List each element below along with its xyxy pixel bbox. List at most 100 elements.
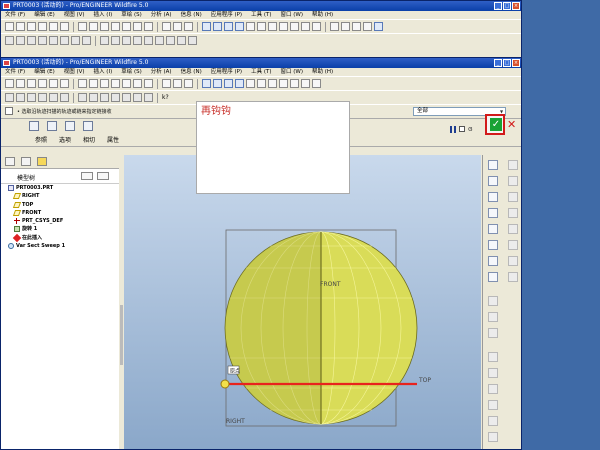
tree-columns-icon[interactable] — [97, 172, 109, 180]
tree-item-csys[interactable]: PRT_CSYS_DEF — [6, 217, 119, 225]
revolve-icon[interactable] — [508, 192, 518, 202]
datum-curve-icon[interactable] — [488, 208, 498, 218]
shading-icon[interactable] — [330, 22, 339, 31]
offset-icon[interactable] — [488, 416, 498, 426]
trim-icon[interactable] — [488, 400, 498, 410]
datum-axis-tool-icon[interactable] — [16, 36, 25, 45]
hole-icon[interactable] — [508, 240, 518, 250]
menu-window[interactable]: 窗口 (W) — [280, 11, 302, 19]
datum-plane-tool-icon[interactable] — [5, 93, 14, 102]
print-icon[interactable] — [38, 79, 47, 88]
select-icon[interactable] — [173, 22, 182, 31]
tree-item-part[interactable]: PRT0003.PRT — [6, 184, 119, 192]
merge-icon[interactable] — [144, 93, 153, 102]
analysis-tool-icon[interactable] — [60, 36, 69, 45]
redo2-icon[interactable] — [111, 36, 120, 45]
tree-item-right[interactable]: RIGHT — [6, 192, 119, 200]
close-button[interactable]: × — [512, 59, 520, 67]
merge-icon[interactable] — [488, 384, 498, 394]
mirror-icon[interactable] — [133, 93, 142, 102]
menu-help[interactable]: 帮助 (H) — [312, 11, 333, 19]
spin-center-icon[interactable] — [224, 22, 233, 31]
datum-toolbar-icon[interactable] — [508, 160, 518, 170]
cut-icon[interactable] — [100, 22, 109, 31]
thicken-icon[interactable] — [83, 121, 93, 131]
menu-edit[interactable]: 编辑 (E) — [34, 11, 55, 19]
layers-icon[interactable] — [301, 79, 310, 88]
datum-curve-tool-icon[interactable] — [27, 36, 36, 45]
view-manager-icon[interactable] — [312, 22, 321, 31]
maximize-button[interactable]: □ — [503, 59, 511, 67]
shell-icon[interactable] — [508, 256, 518, 266]
display-style-icon[interactable] — [202, 79, 211, 88]
menu-applications[interactable]: 应用程序 (P) — [211, 11, 242, 19]
model-icon[interactable] — [60, 22, 69, 31]
datum-point-tool-icon[interactable] — [38, 36, 47, 45]
sweep-tool-icon[interactable] — [508, 208, 518, 218]
preview-checkbox[interactable] — [459, 126, 465, 132]
paste-special-icon[interactable] — [133, 22, 142, 31]
email-icon[interactable] — [49, 22, 58, 31]
round-icon[interactable] — [488, 312, 498, 322]
appearance-icon[interactable] — [235, 79, 244, 88]
open-icon[interactable] — [16, 22, 25, 31]
minimize-button[interactable]: _ — [494, 2, 502, 10]
tree-settings-icon[interactable] — [81, 172, 93, 180]
zoom-in-icon[interactable] — [246, 79, 255, 88]
paste2-icon[interactable] — [144, 36, 153, 45]
mirror-icon[interactable] — [488, 368, 498, 378]
find-icon[interactable] — [162, 22, 171, 31]
menu-tools[interactable]: 工具 (T) — [251, 68, 271, 76]
find-icon[interactable] — [162, 79, 171, 88]
view-manager-icon[interactable] — [312, 79, 321, 88]
maximize-button[interactable]: □ — [503, 2, 511, 10]
cut2-icon[interactable] — [122, 36, 131, 45]
redo-icon[interactable] — [89, 22, 98, 31]
surface-sweep-icon[interactable] — [47, 121, 57, 131]
zoom-out-icon[interactable] — [257, 79, 266, 88]
tree-item-sweep[interactable]: Var Sect Sweep 1 — [6, 242, 119, 250]
redo2-icon[interactable] — [89, 93, 98, 102]
copy2-icon[interactable] — [111, 93, 120, 102]
undo-icon[interactable] — [78, 79, 87, 88]
no-hidden-icon[interactable] — [352, 22, 361, 31]
appearance-icon[interactable] — [235, 22, 244, 31]
refit-icon[interactable] — [268, 79, 277, 88]
extrude-icon[interactable] — [508, 176, 518, 186]
tab-tangency[interactable]: 相切 — [83, 135, 95, 144]
chamfer-icon[interactable] — [488, 328, 498, 338]
help-globe-icon[interactable] — [374, 22, 383, 31]
menu-info[interactable]: 信息 (N) — [181, 11, 202, 19]
tree-item-top[interactable]: TOP — [6, 201, 119, 209]
datum-axis-tool-icon[interactable] — [16, 93, 25, 102]
regenerate-icon[interactable] — [144, 79, 153, 88]
menu-analysis[interactable]: 分析 (A) — [151, 68, 172, 76]
reorient-icon[interactable] — [279, 79, 288, 88]
datum-point-icon[interactable] — [488, 224, 498, 234]
menu-analysis[interactable]: 分析 (A) — [151, 11, 172, 19]
copy-icon[interactable] — [111, 22, 120, 31]
datum-curve-tool-icon[interactable] — [27, 93, 36, 102]
paste-icon[interactable] — [122, 22, 131, 31]
menu-file[interactable]: 文件 (F) — [5, 11, 25, 19]
tree-item-insert-here[interactable]: 在此插入 — [6, 233, 119, 243]
spin-center-icon[interactable] — [224, 79, 233, 88]
menu-info[interactable]: 信息 (N) — [181, 68, 202, 76]
menu-applications[interactable]: 应用程序 (P) — [211, 68, 242, 76]
csys-tool-icon[interactable] — [49, 36, 58, 45]
tree-item-revolve[interactable]: 旋转 1 — [6, 225, 119, 233]
paste2-icon[interactable] — [122, 93, 131, 102]
menu-file[interactable]: 文件 (F) — [5, 68, 25, 76]
new-icon[interactable] — [5, 79, 14, 88]
undo2-icon[interactable] — [100, 36, 109, 45]
context-help-button[interactable]: k? — [162, 93, 169, 102]
confirm-button[interactable]: ✓ — [485, 114, 505, 135]
menu-view[interactable]: 视图 (V) — [64, 68, 85, 76]
redo-icon[interactable] — [89, 79, 98, 88]
tree-item-front[interactable]: FRONT — [6, 209, 119, 217]
save-icon[interactable] — [27, 79, 36, 88]
menu-view[interactable]: 视图 (V) — [64, 11, 85, 19]
mirror-icon[interactable] — [155, 36, 164, 45]
reorient-icon[interactable] — [279, 22, 288, 31]
analysis-feature-icon[interactable] — [488, 256, 498, 266]
